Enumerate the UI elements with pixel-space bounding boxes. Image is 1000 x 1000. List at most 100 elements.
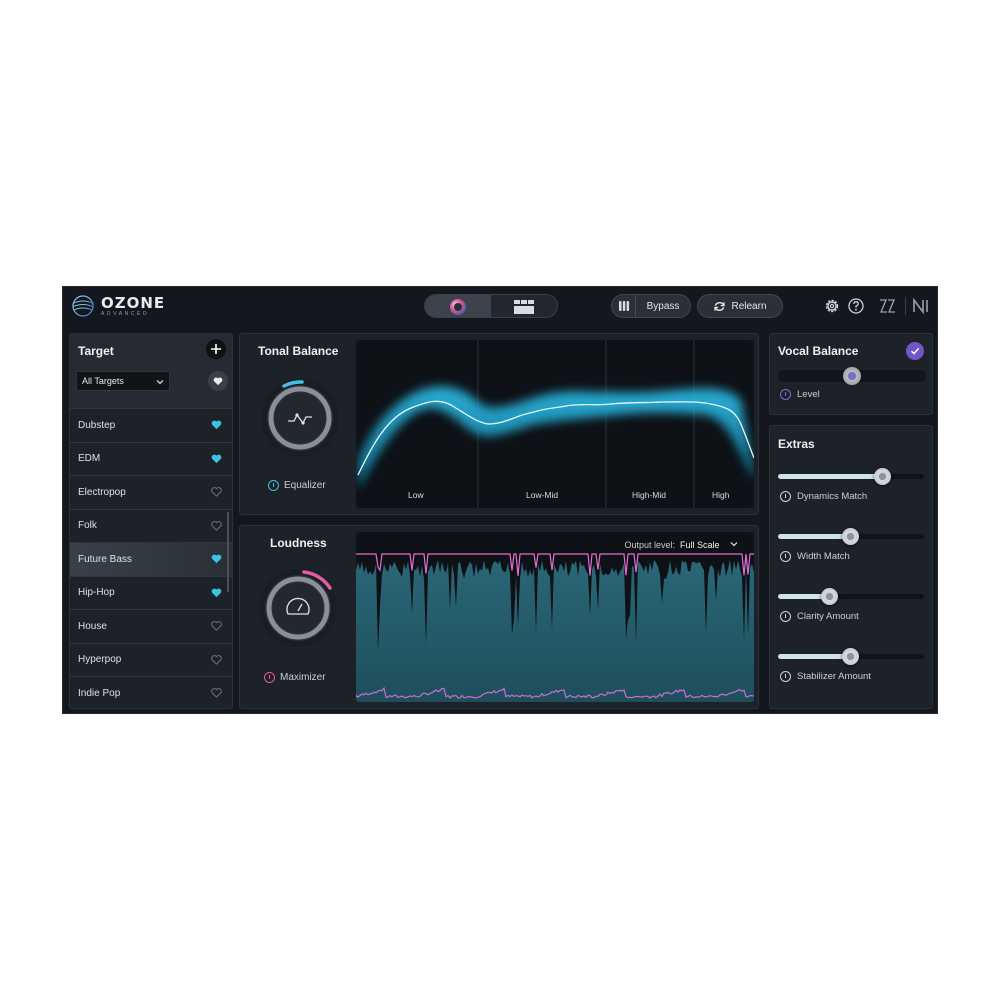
- vocal-level-module: Level: [780, 389, 820, 400]
- target-item-label: Indie Pop: [78, 687, 121, 699]
- slider-thumb[interactable]: [841, 528, 859, 545]
- target-list-item[interactable]: House: [70, 609, 232, 643]
- target-item-label: Folk: [78, 520, 97, 532]
- extras-slider-label-row: Clarity Amount: [780, 611, 859, 622]
- target-filter-value: All Targets: [82, 376, 124, 386]
- gear-icon[interactable]: [823, 297, 841, 315]
- loudness-waveform: [356, 553, 754, 702]
- target-list: Dubstep EDM Electropop Folk Future Bass Hip-H…: [70, 408, 232, 708]
- favorite-heart-icon[interactable]: [211, 588, 222, 598]
- vocal-balance-panel: Vocal Balance Level: [769, 333, 933, 415]
- favorite-heart-icon[interactable]: [211, 688, 222, 698]
- target-item-label: Hip-Hop: [78, 587, 115, 599]
- vocal-level-power-icon[interactable]: [780, 389, 791, 400]
- assistant-view-button[interactable]: [425, 295, 491, 317]
- modules-grid-icon: [514, 300, 534, 314]
- tonal-balance-panel: Tonal Balance Equalizer Low Low-Mid High…: [239, 333, 759, 515]
- extras-title: Extras: [778, 437, 815, 451]
- favorite-heart-icon[interactable]: [211, 420, 222, 430]
- tonal-balance-title: Tonal Balance: [258, 344, 339, 358]
- heart-icon: [213, 377, 223, 385]
- target-filter-dropdown[interactable]: All Targets: [76, 371, 170, 391]
- ozone-window: OZONE ADVANCED Bypass Relearn Target All…: [62, 286, 938, 714]
- slider-fill: [778, 654, 850, 659]
- plus-icon: [211, 344, 221, 354]
- extras-slider-label-row: Dynamics Match: [780, 491, 867, 502]
- band-label-low: Low: [408, 490, 424, 500]
- extras-slider[interactable]: [778, 588, 924, 605]
- maximizer-module[interactable]: Maximizer: [264, 672, 326, 683]
- target-list-item[interactable]: EDM: [70, 441, 232, 476]
- vocal-balance-enable-toggle[interactable]: [906, 342, 924, 360]
- add-target-button[interactable]: [206, 339, 226, 359]
- assistant-orb-icon: [450, 299, 466, 315]
- target-list-item[interactable]: Dubstep: [70, 408, 232, 442]
- target-list-scrollbar[interactable]: [227, 512, 229, 592]
- refresh-icon: [714, 301, 726, 311]
- extras-slider[interactable]: [778, 468, 924, 485]
- equalizer-knob[interactable]: [258, 376, 342, 460]
- vocal-level-thumb[interactable]: [843, 367, 861, 385]
- target-item-label: EDM: [78, 453, 101, 465]
- target-list-item[interactable]: Indie Pop: [70, 676, 232, 708]
- band-label-high: High: [712, 490, 730, 500]
- native-instruments-logo-icon[interactable]: [911, 297, 931, 315]
- favorite-heart-icon[interactable]: [211, 454, 222, 464]
- extras-slider-label: Clarity Amount: [797, 611, 859, 622]
- equalizer-module[interactable]: Equalizer: [268, 480, 326, 491]
- favorite-heart-icon[interactable]: [211, 487, 222, 497]
- target-list-item[interactable]: Electropop: [70, 475, 232, 509]
- ozone-logo-icon: [72, 295, 94, 317]
- output-level-value: Full Scale: [679, 540, 720, 550]
- top-bar: OZONE ADVANCED Bypass Relearn: [63, 287, 939, 327]
- output-level-selector[interactable]: Output level: Full Scale: [624, 540, 738, 550]
- extras-slider-label: Stabilizer Amount: [797, 671, 871, 682]
- target-panel: Target All Targets Dubstep EDM Electropop F…: [69, 333, 233, 709]
- target-item-label: Electropop: [78, 486, 126, 498]
- target-list-item[interactable]: Future Bass: [70, 542, 232, 576]
- maximizer-knob[interactable]: [256, 566, 340, 650]
- bypass-icon-area: [612, 295, 636, 317]
- slider-power-icon[interactable]: [780, 551, 791, 562]
- slider-power-icon[interactable]: [780, 491, 791, 502]
- target-item-label: Dubstep: [78, 419, 116, 431]
- favorite-heart-icon[interactable]: [211, 621, 222, 631]
- maximizer-power-icon[interactable]: [264, 672, 275, 683]
- slider-thumb[interactable]: [873, 468, 891, 485]
- topbar-divider: [905, 297, 906, 315]
- favorite-heart-icon[interactable]: [211, 654, 222, 665]
- extras-slider[interactable]: [778, 528, 924, 545]
- help-icon[interactable]: [847, 297, 865, 315]
- band-label-high-mid: High-Mid: [632, 490, 667, 500]
- favorite-heart-icon[interactable]: [211, 520, 222, 531]
- target-item-label: Hyperpop: [78, 654, 122, 666]
- bypass-button[interactable]: Bypass: [611, 294, 691, 318]
- favorite-heart-icon[interactable]: [211, 554, 222, 564]
- vocal-balance-title: Vocal Balance: [778, 344, 859, 358]
- target-list-item[interactable]: Folk: [70, 508, 232, 543]
- vocal-level-slider[interactable]: [778, 367, 926, 385]
- slider-power-icon[interactable]: [780, 671, 791, 682]
- tonal-balance-curve: [357, 340, 754, 508]
- bypass-icon: [618, 301, 629, 311]
- extras-slider-label-row: Stabilizer Amount: [780, 671, 871, 682]
- izotope-logo-icon[interactable]: [877, 297, 897, 315]
- chevron-down-icon: [730, 542, 738, 547]
- modules-view-button[interactable]: [491, 295, 557, 317]
- extras-slider[interactable]: [778, 648, 924, 665]
- slider-thumb[interactable]: [841, 648, 859, 665]
- loudness-title: Loudness: [270, 536, 327, 550]
- favorites-filter-button[interactable]: [208, 371, 228, 391]
- target-list-item[interactable]: Hyperpop: [70, 642, 232, 677]
- slider-thumb[interactable]: [821, 588, 839, 605]
- slider-power-icon[interactable]: [780, 611, 791, 622]
- extras-slider-label: Dynamics Match: [797, 491, 868, 502]
- equalizer-power-icon[interactable]: [268, 480, 279, 491]
- target-header: Target All Targets: [70, 334, 232, 408]
- relearn-button[interactable]: Relearn: [697, 294, 783, 318]
- loudness-panel: Loudness Maximizer Output level: Full Sc…: [239, 525, 759, 709]
- target-list-item[interactable]: Hip-Hop: [70, 575, 232, 610]
- view-toggle: [424, 294, 558, 318]
- tonal-balance-graph: Low Low-Mid High-Mid High: [356, 340, 754, 508]
- checkmark-icon: [910, 347, 920, 355]
